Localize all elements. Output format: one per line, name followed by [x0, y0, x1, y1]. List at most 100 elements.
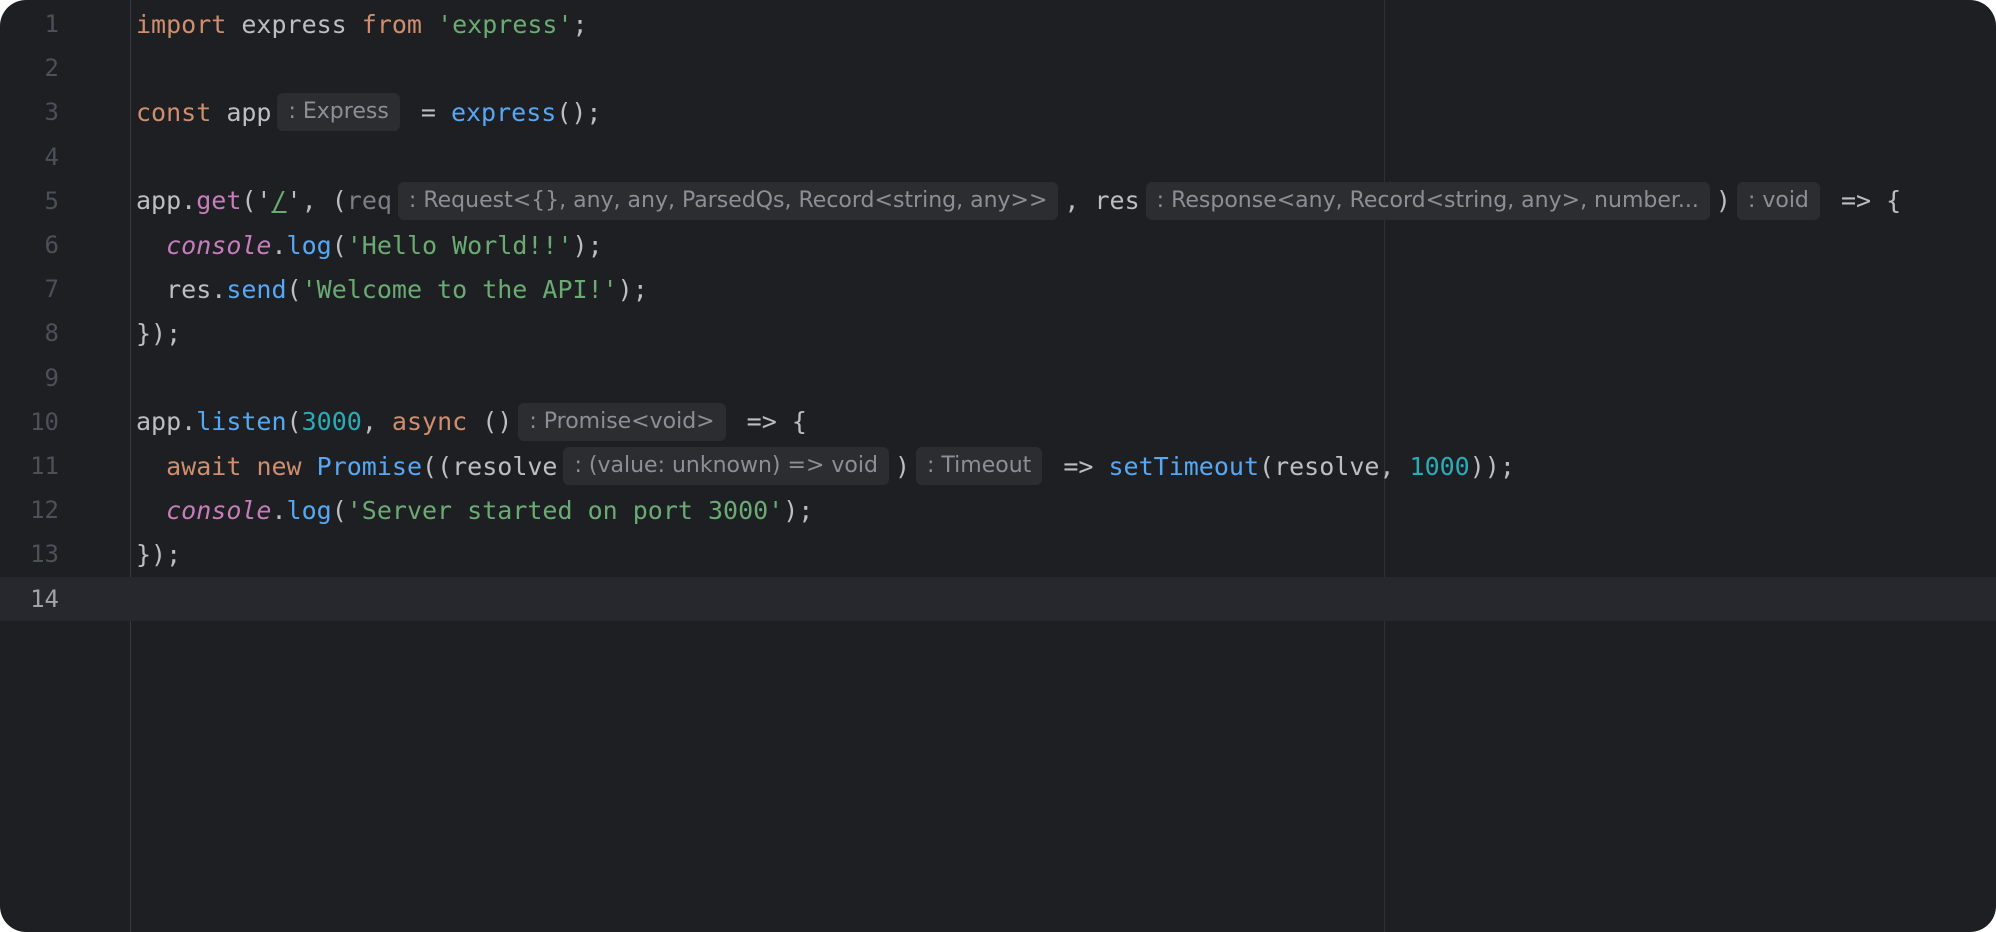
line-number: 12: [30, 496, 59, 525]
code-token: app: [211, 97, 272, 127]
line-code[interactable]: import express from 'express';: [136, 2, 588, 46]
code-token: new: [256, 451, 302, 481]
line-number: 4: [44, 142, 59, 171]
code-token: (resolve,: [1259, 451, 1410, 481]
code-token: /: [271, 186, 287, 216]
code-token: express: [450, 97, 557, 127]
code-token: );: [572, 230, 603, 260]
code-token: const: [136, 97, 212, 127]
code-line[interactable]: 2: [0, 46, 1996, 90]
code-token: 3000: [301, 407, 362, 437]
line-number: 14: [30, 584, 59, 613]
line-code[interactable]: console. log('Hello World!!');: [136, 223, 603, 267]
code-token: ));: [1469, 451, 1515, 481]
inlay-type-hint[interactable]: : Request<{}, any, any, ParsedQs, Record…: [397, 181, 1059, 220]
code-line[interactable]: 14: [0, 576, 1996, 621]
code-token: (': [241, 186, 272, 216]
code-line[interactable]: 10 app. listen(3000, async (): Promise<voi…: [0, 400, 1996, 444]
line-number: 6: [44, 231, 59, 259]
code-token: res.: [136, 274, 227, 304]
code-token: });: [136, 539, 182, 569]
code-line[interactable]: 4: [0, 135, 1996, 179]
line-code[interactable]: app. get (' / ', (req: Request<{}, any, any,…: [136, 179, 1901, 223]
code-line[interactable]: 12 console. log('Server started on port 3…: [0, 488, 1996, 532]
line-number: 7: [44, 275, 59, 304]
code-token: req: [346, 186, 392, 216]
code-line[interactable]: 6 console. log('Hello World!!');: [0, 223, 1996, 267]
code-line[interactable]: 7 res. send('Welcome to the API!');: [0, 267, 1996, 311]
code-token: 'Hello World!!': [346, 230, 573, 260]
line-code[interactable]: console. log('Server started on port 3000…: [136, 488, 813, 532]
code-line[interactable]: 5 app. get (' / ', (req: Request<{}, any, any…: [0, 179, 1996, 223]
code-line[interactable]: 13});: [0, 532, 1996, 576]
code-token: console: [166, 495, 272, 525]
code-token: setTimeout: [1108, 451, 1260, 481]
line-number: 10: [30, 407, 59, 436]
code-token: async: [391, 407, 468, 437]
line-code[interactable]: });: [136, 311, 181, 355]
code-token: , res: [1064, 186, 1140, 216]
line-number: 11: [30, 452, 59, 480]
code-token: app.: [136, 186, 197, 216]
line-number: 8: [44, 319, 59, 348]
code-token: => {: [731, 407, 807, 437]
code-token: ((resolve: [422, 451, 558, 481]
code-token: (: [286, 407, 302, 437]
code-line[interactable]: 11 await new Promise ((resolve: (value: u…: [0, 444, 1996, 488]
inlay-type-hint[interactable]: : Response<any, Record<string, any>, num…: [1145, 181, 1710, 220]
code-token: );: [617, 274, 648, 304]
code-token: console: [166, 230, 272, 260]
code-token: 'Server started on port 3000': [346, 495, 784, 525]
code-token: ();: [556, 97, 602, 127]
inlay-type-hint[interactable]: : Express: [277, 93, 400, 132]
code-token: (): [467, 407, 513, 437]
line-number: 3: [44, 98, 59, 127]
code-token: .: [271, 230, 287, 260]
line-code[interactable]: res. send('Welcome to the API!');: [136, 267, 648, 311]
inlay-type-hint[interactable]: : (value: unknown) => void: [563, 447, 889, 485]
inlay-type-hint[interactable]: : Timeout: [916, 447, 1043, 485]
line-number: 9: [44, 363, 59, 392]
code-token: log: [286, 495, 332, 525]
code-token: => {: [1825, 186, 1902, 216]
line-code[interactable]: });: [136, 532, 181, 576]
line-code[interactable]: app. listen(3000, async (): Promise<void>…: [136, 400, 807, 444]
code-token: );: [783, 495, 814, 525]
line-number: 2: [44, 54, 59, 83]
code-line[interactable]: 8});: [0, 311, 1996, 355]
code-token: Promise: [316, 451, 423, 481]
code-token: ): [1715, 186, 1731, 216]
code-line[interactable]: 1 import express from 'express';: [0, 2, 1996, 46]
code-editor[interactable]: 1 import express from 'express'; 2 3 const a…: [0, 0, 1996, 932]
code-token: app.: [136, 407, 197, 437]
code-token: import: [136, 9, 227, 39]
line-number: 13: [30, 540, 59, 569]
code-token: log: [286, 230, 332, 260]
code-token: ,: [361, 407, 392, 437]
code-token: send: [226, 274, 287, 304]
code-line[interactable]: 9: [0, 356, 1996, 400]
code-token: ): [894, 451, 910, 481]
inlay-type-hint[interactable]: : void: [1736, 181, 1820, 220]
code-token: listen: [196, 407, 287, 437]
line-code[interactable]: const app: Express = express ();: [136, 90, 601, 134]
code-token: =: [405, 97, 451, 127]
code-token: express: [226, 9, 362, 39]
code-token: (: [331, 495, 347, 525]
code-token: (: [286, 274, 302, 304]
code-line[interactable]: 3 const app: Express = express ();: [0, 90, 1996, 134]
code-token: 1000: [1409, 451, 1470, 481]
line-number: 1: [44, 10, 59, 38]
code-token: await: [166, 451, 242, 481]
code-token: 'express': [437, 9, 573, 39]
code-token: ;: [572, 9, 588, 39]
code-token: 'Welcome to the API!': [301, 274, 618, 304]
inlay-type-hint[interactable]: : Promise<void>: [518, 402, 726, 441]
line-code[interactable]: await new Promise ((resolve: (value: unkn…: [136, 444, 1515, 488]
